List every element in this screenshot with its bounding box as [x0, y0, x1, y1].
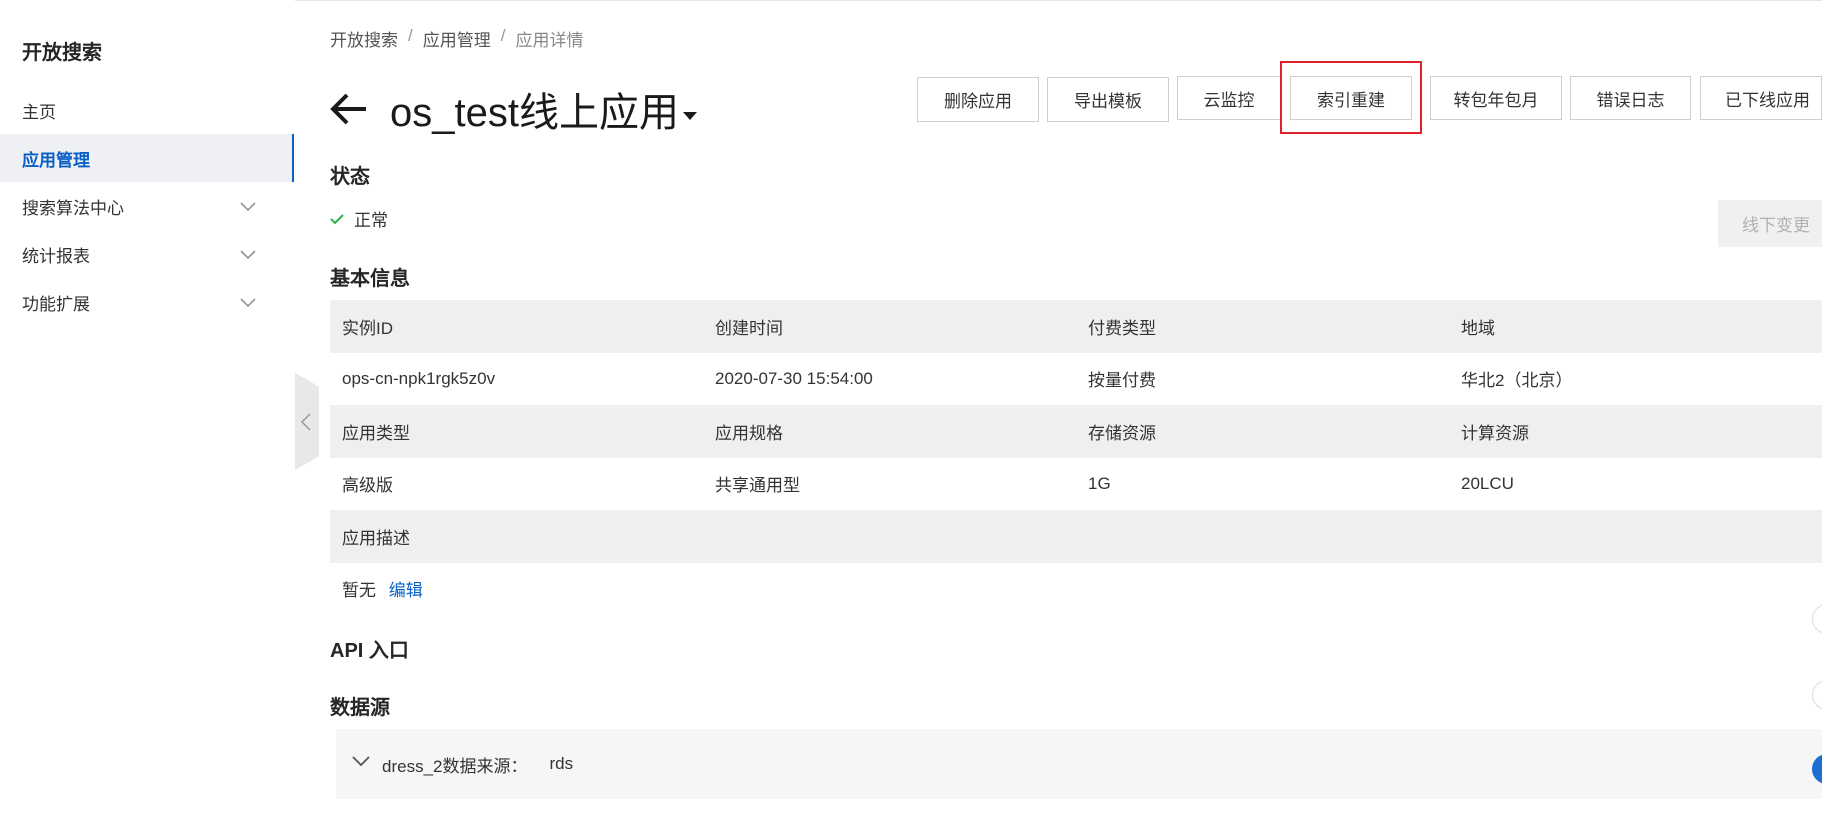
status-indicator: 正常 [330, 206, 388, 231]
info-label: 应用类型 [330, 405, 703, 458]
table-row: 实例ID 创建时间 付费类型 地域 [330, 300, 1822, 353]
sidebar-item-label: 主页 [22, 102, 56, 122]
breadcrumb-separator: / [500, 26, 506, 45]
edit-description-link[interactable]: 编辑 [389, 581, 423, 600]
check-icon [330, 213, 344, 224]
status-value: 正常 [354, 211, 388, 230]
datasource-section-title: 数据源 [330, 697, 390, 719]
back-arrow-icon[interactable] [330, 92, 368, 126]
convert-subscription-button[interactable]: 转包年包月 [1430, 76, 1562, 120]
status-section-title: 状态 [330, 166, 370, 188]
breadcrumb-item[interactable]: 开放搜索 [330, 26, 398, 51]
breadcrumb-separator: / [408, 26, 413, 45]
sidebar-item-label: 统计报表 [22, 246, 90, 266]
table-row: 高级版 共享通用型 1G 20LCU [330, 457, 1822, 510]
caret-down-icon[interactable] [682, 112, 697, 120]
app-spec: 共享通用型 [703, 457, 1076, 510]
region: 华北2（北京） [1449, 352, 1822, 405]
floating-button[interactable] [1812, 680, 1822, 710]
sidebar: 开放搜索 主页 应用管理 搜索算法中心 统计报表 功能扩展 [0, 0, 295, 825]
cloud-monitor-button[interactable]: 云监控 [1177, 76, 1281, 120]
table-row: 暂无 编辑 [330, 562, 1822, 615]
compute-resource: 20LCU [1449, 457, 1822, 510]
offline-apps-button[interactable]: 已下线应用 [1700, 76, 1822, 120]
chevron-down-icon [240, 250, 256, 260]
page-header: os_test线上应用 [330, 80, 697, 138]
page-title: os_test线上应用 [390, 91, 679, 135]
datasource-value: rds [549, 754, 574, 773]
info-label: 计算资源 [1449, 405, 1822, 458]
table-row: 应用类型 应用规格 存储资源 计算资源 [330, 405, 1822, 458]
sidebar-item-statistics[interactable]: 统计报表 [0, 230, 294, 278]
description-value: 暂无 [342, 581, 376, 601]
breadcrumb: 开放搜索 / 应用管理 / 应用详情 [330, 26, 583, 51]
chevron-down-icon [240, 298, 256, 308]
delete-app-button[interactable]: 删除应用 [917, 77, 1039, 122]
sidebar-item-home[interactable]: 主页 [0, 86, 294, 134]
breadcrumb-item[interactable]: 应用管理 [423, 26, 491, 51]
sidebar-title: 开放搜索 [22, 42, 102, 64]
breadcrumb-current: 应用详情 [515, 31, 584, 50]
chevron-left-icon [300, 413, 311, 431]
description-cell: 暂无 编辑 [330, 562, 1822, 615]
basic-info-title: 基本信息 [330, 268, 410, 290]
sidebar-item-app-management[interactable]: 应用管理 [0, 134, 294, 182]
info-label: 应用描述 [330, 510, 1822, 563]
sidebar-item-search-algorithm[interactable]: 搜索算法中心 [0, 182, 294, 230]
highlight-box [1280, 61, 1422, 134]
info-label: 创建时间 [703, 300, 1076, 353]
billing-type: 按量付费 [1076, 352, 1449, 405]
info-label: 地域 [1449, 300, 1822, 353]
app-type: 高级版 [330, 457, 703, 510]
offline-change-button[interactable]: 线下变更 [1718, 200, 1822, 247]
info-label: 实例ID [330, 300, 703, 353]
export-template-button[interactable]: 导出模板 [1047, 77, 1169, 122]
table-row: 应用描述 [330, 510, 1822, 563]
info-label: 付费类型 [1076, 300, 1449, 353]
datasource-item[interactable]: dress_2数据来源： rds [336, 729, 1822, 799]
sidebar-item-label: 应用管理 [22, 150, 90, 170]
error-log-button[interactable]: 错误日志 [1570, 76, 1691, 120]
chevron-down-icon[interactable] [352, 755, 370, 767]
table-row: ops-cn-npk1rgk5z0v 2020-07-30 15:54:00 按… [330, 352, 1822, 405]
sidebar-item-label: 功能扩展 [22, 294, 90, 314]
basic-info-table: 实例ID 创建时间 付费类型 地域 ops-cn-npk1rgk5z0v 202… [330, 300, 1822, 615]
info-label: 存储资源 [1076, 405, 1449, 458]
info-label: 应用规格 [703, 405, 1076, 458]
chevron-down-icon [240, 202, 256, 212]
sidebar-item-extensions[interactable]: 功能扩展 [0, 278, 294, 326]
created-time: 2020-07-30 15:54:00 [703, 352, 1076, 405]
sidebar-collapse-handle[interactable] [295, 373, 319, 470]
api-section-title: API 入口 [330, 640, 409, 662]
storage-resource: 1G [1076, 457, 1449, 510]
datasource-label: dress_2数据来源： [382, 756, 528, 776]
sidebar-item-label: 搜索算法中心 [22, 198, 124, 218]
instance-id: ops-cn-npk1rgk5z0v [330, 352, 703, 405]
